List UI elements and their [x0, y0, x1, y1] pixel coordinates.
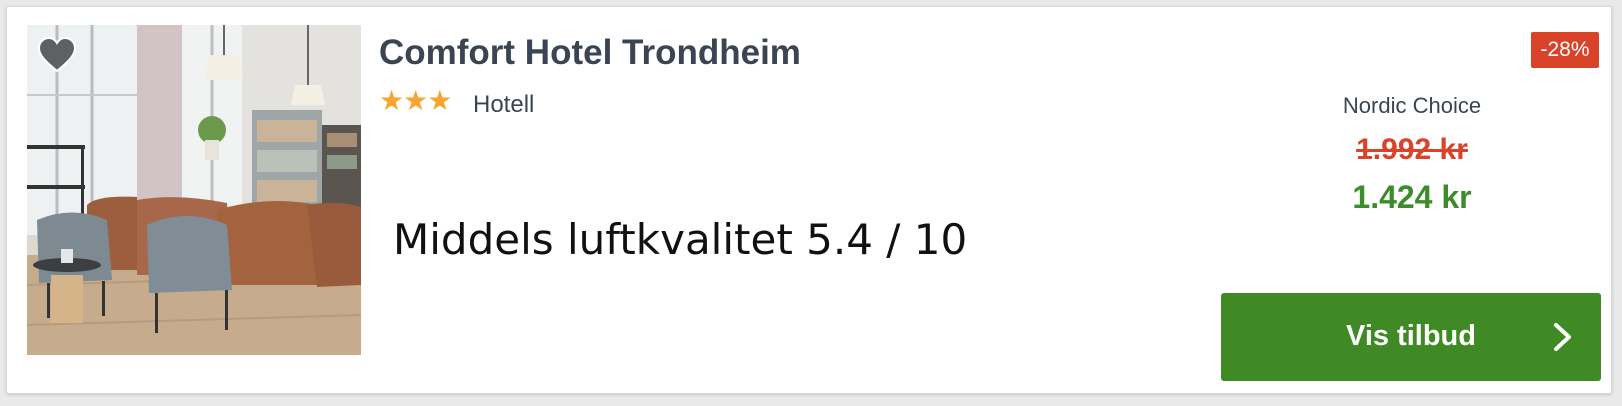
original-price: 1.992 kr [1356, 133, 1468, 166]
favorite-button[interactable] [37, 37, 77, 73]
deal-price: 1.424 kr [1352, 179, 1472, 215]
hotel-name[interactable]: Comfort Hotel Trondheim [379, 33, 801, 73]
heart-icon [37, 37, 77, 73]
discount-badge: -28% [1531, 32, 1599, 68]
star-rating: ★★★ [379, 85, 452, 116]
chevron-right-icon [1554, 323, 1571, 351]
accommodation-type: Hotell [473, 91, 535, 118]
view-offer-button[interactable]: Vis tilbud [1221, 293, 1601, 381]
provider-name: Nordic Choice [1342, 93, 1482, 118]
air-quality-rating: Middels luftkvalitet 5.4 / 10 [393, 215, 968, 264]
hotel-photo[interactable] [27, 25, 361, 355]
hotel-card[interactable]: Comfort Hotel Trondheim ★★★ Hotell Midde… [6, 6, 1612, 394]
view-offer-label: Vis tilbud [1346, 320, 1476, 352]
hotel-lobby-image [27, 25, 361, 355]
